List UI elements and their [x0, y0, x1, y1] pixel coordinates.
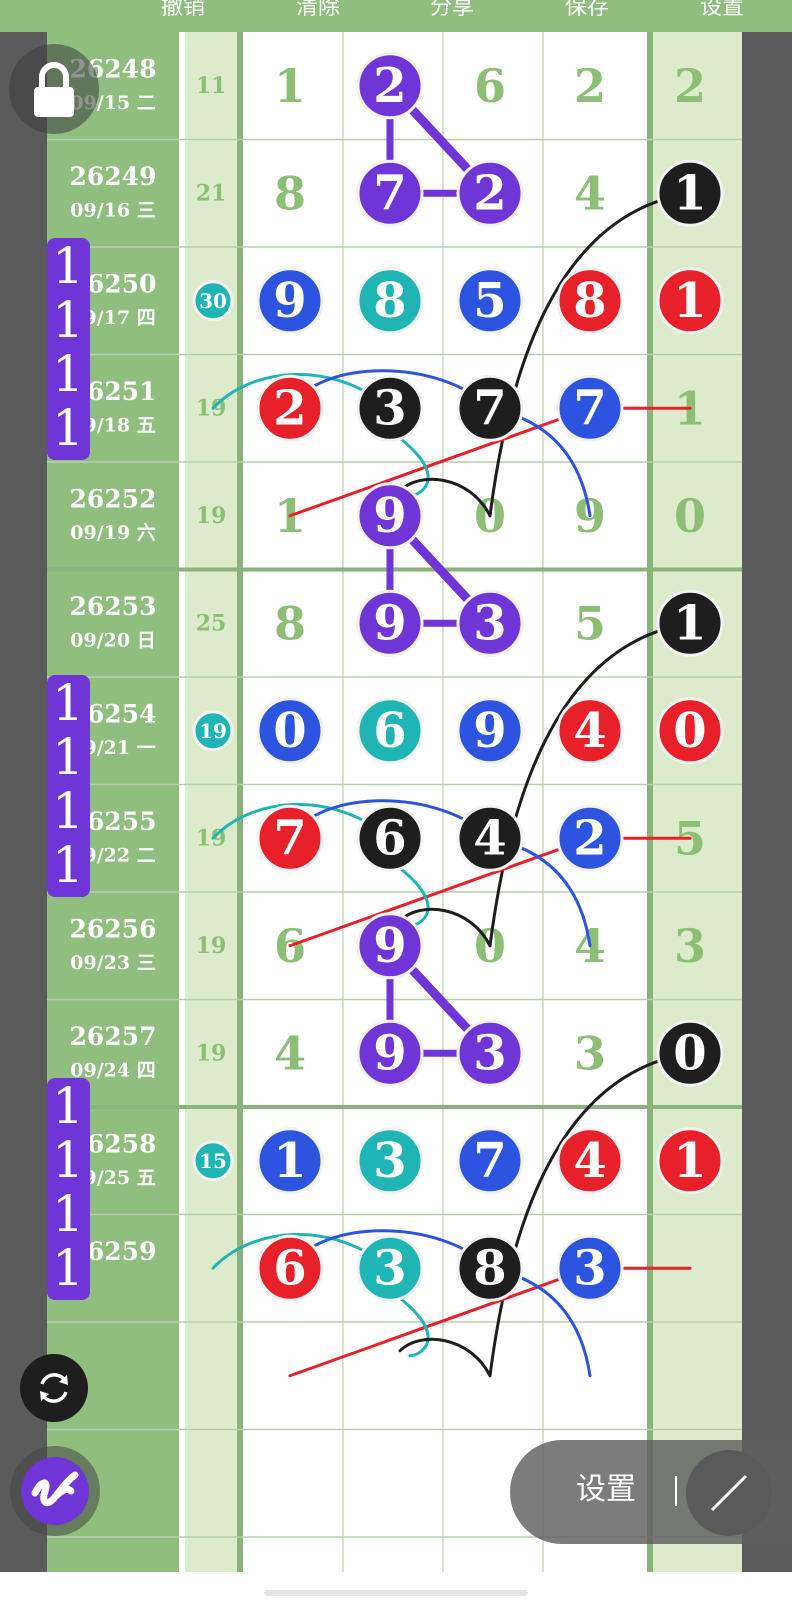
red-connector: [288, 836, 592, 948]
black-circle-label: 4: [473, 810, 506, 866]
black-connector: [488, 621, 692, 948]
purple-circle-label: 9: [373, 918, 406, 974]
black-circle-label: 0: [673, 1025, 706, 1081]
blue-circle-label: 5: [473, 273, 506, 329]
teal-circle-label: 8: [373, 273, 406, 329]
blue-circle-label: 9: [473, 703, 506, 759]
pen-app-icon: [21, 1457, 89, 1525]
red-circle-label: 4: [573, 1133, 606, 1189]
black-circle-label: 3: [373, 380, 406, 436]
blue-circle-label: 1: [273, 1133, 306, 1189]
purple-circle-label: 9: [373, 595, 406, 651]
side-marker-digit: 1: [52, 291, 84, 349]
side-marker-digit: 1: [52, 1239, 84, 1297]
red-circle-label: 0: [673, 703, 706, 759]
side-marker-digit: 1: [52, 345, 84, 403]
blue-circle-label: 3: [573, 1240, 606, 1296]
black-circle-label: 7: [473, 380, 506, 436]
black-circle-label: 1: [673, 165, 706, 221]
red-circle-label: 6: [273, 1240, 306, 1296]
purple-circle-label: 2: [373, 58, 406, 114]
purple-circle-label: 7: [373, 165, 406, 221]
refresh-button[interactable]: [20, 1354, 88, 1422]
blue-circle-label: 9: [273, 273, 306, 329]
side-marker-digit: 1: [52, 237, 84, 295]
red-circle-label: 2: [273, 380, 306, 436]
black-circle-label: 6: [373, 810, 406, 866]
side-marker-digit: 1: [52, 728, 84, 786]
blue-circle-label: 7: [573, 380, 606, 436]
purple-circle-label: 2: [473, 165, 506, 221]
purple-circle-label: 3: [473, 1025, 506, 1081]
pen-app-button[interactable]: [10, 1446, 100, 1536]
blue-circle-label: 7: [473, 1133, 506, 1189]
side-marker-digit: 1: [52, 782, 84, 840]
red-circle-label: 1: [673, 1133, 706, 1189]
red-circle-label: 8: [573, 273, 606, 329]
side-marker-digit: 1: [52, 836, 84, 894]
purple-circle-label: 9: [373, 488, 406, 544]
purple-circle-label: 9: [373, 1025, 406, 1081]
side-marker-digit: 1: [52, 1131, 84, 1189]
settings-panel-label[interactable]: 设置: [576, 1470, 636, 1510]
side-marker: 1111: [47, 674, 90, 897]
home-indicator: [264, 1590, 528, 1596]
teal-sum-circle-label: 30: [199, 289, 227, 313]
blue-circle-label: 0: [273, 703, 306, 759]
black-connector: [398, 1337, 492, 1378]
side-marker-digit: 1: [52, 1185, 84, 1243]
side-marker-digit: 1: [52, 399, 84, 457]
red-circle-label: 7: [273, 810, 306, 866]
red-circle-label: 1: [673, 273, 706, 329]
annotation-layer: 27 2 130 9 8 5 8 12 3 7 799 3 119 0 6 9 4 07 6 4 299 3 015 1 3 7 4…: [47, 52, 724, 1378]
black-circle-label: 8: [473, 1240, 506, 1296]
purple-circle-label: 3: [473, 595, 506, 651]
black-connector: [488, 191, 692, 518]
teal-circle-label: 6: [373, 703, 406, 759]
side-marker-digit: 1: [52, 674, 84, 732]
side-marker: 1111: [47, 237, 90, 460]
draw-line-button[interactable]: [686, 1450, 772, 1536]
side-marker-digit: 1: [52, 1077, 84, 1135]
draw-line-icon: [710, 1474, 748, 1512]
red-connector: [288, 406, 592, 518]
teal-sum-circle-label: 19: [199, 719, 227, 743]
teal-circle-label: 3: [373, 1133, 406, 1189]
teal-sum-circle-label: 15: [199, 1149, 227, 1173]
black-connector: [488, 1051, 692, 1378]
lock-icon: [34, 62, 74, 117]
blue-circle-label: 2: [573, 810, 606, 866]
red-connector: [288, 1266, 592, 1378]
black-circle-label: 1: [673, 595, 706, 651]
side-marker: 1111: [47, 1077, 90, 1300]
refresh-icon: [40, 1373, 68, 1403]
divider: [675, 1476, 677, 1506]
lock-button[interactable]: [9, 44, 99, 134]
red-circle-label: 4: [573, 703, 606, 759]
teal-circle-label: 3: [373, 1240, 406, 1296]
